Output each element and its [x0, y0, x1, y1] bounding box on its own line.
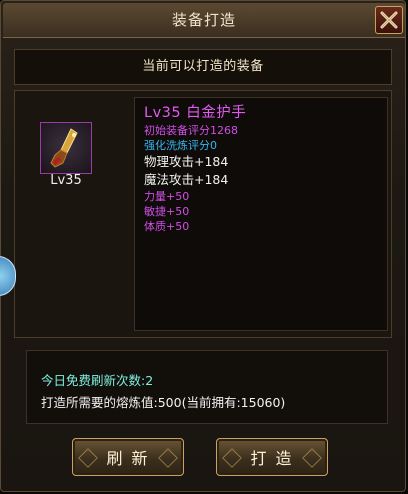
refresh-button-label: 刷 新 — [106, 449, 150, 468]
close-icon — [380, 11, 398, 29]
item-stat-line: 力量+50 — [144, 190, 190, 203]
subtitle-bar: 当前可以打造的装备 — [14, 49, 392, 85]
ornament-icon — [302, 448, 322, 468]
item-stat-line: 初始装备评分1268 — [144, 124, 238, 137]
refresh-button[interactable]: 刷 新 — [72, 438, 184, 476]
ornament-icon — [158, 448, 178, 468]
window-title: 装备打造 — [171, 11, 236, 29]
forge-button-label: 打 造 — [250, 449, 294, 468]
info-panel: 今日免费刷新次数:2 打造所需要的熔炼值:500(当前拥有:15060) — [26, 350, 388, 424]
gauntlet-icon — [50, 128, 78, 168]
ornament-icon — [222, 448, 242, 468]
forge-button[interactable]: 打 造 — [216, 438, 328, 476]
item-stat-line: 敏捷+50 — [144, 205, 190, 218]
item-name: Lv35 白金护手 — [144, 105, 247, 121]
subtitle-text: 当前可以打造的装备 — [142, 59, 264, 74]
item-stat-line: 魔法攻击+184 — [144, 172, 229, 187]
item-level-label: Lv35 — [50, 173, 82, 188]
item-stat-line: 物理攻击+184 — [144, 154, 229, 169]
forge-cost: 打造所需要的熔炼值:500(当前拥有:15060) — [41, 395, 286, 410]
item-details: Lv35 白金护手 初始装备评分1268 强化洗炼评分0 物理攻击+184 魔法攻击+… — [134, 97, 388, 331]
ornament-icon — [78, 448, 98, 468]
item-stat-line: 体质+50 — [144, 220, 190, 233]
item-slot[interactable] — [40, 122, 92, 174]
title-bar: 装备打造 — [3, 3, 405, 38]
item-stats-list: 初始装备评分1268 强化洗炼评分0 物理攻击+184 魔法攻击+184 力量+50 敏捷… — [144, 123, 387, 234]
free-refresh-count: 今日免费刷新次数:2 — [41, 373, 154, 388]
item-stat-line: 强化洗炼评分0 — [144, 139, 217, 152]
close-button[interactable] — [375, 6, 403, 34]
